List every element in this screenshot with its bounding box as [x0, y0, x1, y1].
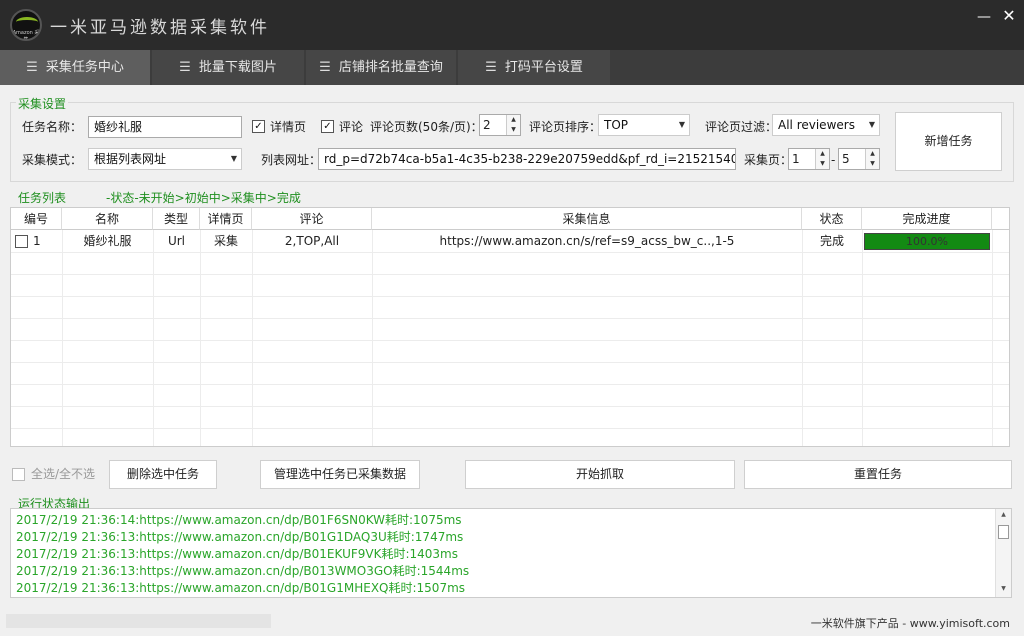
log-line: 2017/2/19 21:36:14:https://www.amazon.cn… [16, 513, 462, 527]
review-filter-select[interactable]: All reviewers ▼ [772, 114, 880, 136]
tab-label: 打码平台设置 [504, 60, 583, 75]
detail-page-label: 详情页 [270, 120, 307, 134]
scroll-down-icon[interactable]: ▼ [998, 585, 1009, 595]
menu-icon: ☰ [485, 60, 497, 75]
scroll-thumb[interactable] [998, 525, 1009, 539]
stepper-down-icon[interactable]: ▼ [506, 125, 520, 135]
stepper-up-icon[interactable]: ▲ [815, 149, 829, 159]
title-bar: Amazon 采集 一米亚马逊数据采集软件 — ✕ [0, 0, 1024, 50]
tab-batch-download-images[interactable]: ☰ 批量下载图片 [152, 50, 304, 85]
task-name-input[interactable]: 婚纱礼服 [88, 116, 242, 138]
new-task-button[interactable]: 新增任务 [895, 112, 1002, 171]
menu-icon: ☰ [179, 60, 191, 75]
review-pages-label: 评论页数(50条/页)： [370, 120, 483, 134]
page-from-value: 1 [792, 152, 800, 166]
stepper-down-icon[interactable]: ▼ [815, 159, 829, 169]
row-type: Url [167, 234, 186, 248]
page-to-value: 5 [842, 152, 850, 166]
stepper-down-icon[interactable]: ▼ [865, 159, 879, 169]
column-header-detail[interactable]: 详情页 [200, 208, 252, 230]
row-name: 婚纱礼服 [83, 234, 132, 248]
select-all-label: 全选/全不选 [31, 467, 96, 481]
review-label: 评论 [339, 120, 364, 134]
task-name-label: 任务名称： [22, 120, 83, 134]
pages-label: 采集页： [744, 153, 793, 167]
mode-select[interactable]: 根据列表网址 ▼ [88, 148, 242, 170]
review-filter-value: All reviewers [778, 118, 855, 132]
task-list-label: 任务列表 [16, 189, 69, 206]
row-status: 完成 [819, 234, 844, 248]
page-range-separator: - [831, 153, 836, 167]
column-header-filler [992, 208, 1009, 230]
column-header-status[interactable]: 状态 [802, 208, 862, 230]
log-scrollbar[interactable]: ▲ ▼ [995, 509, 1011, 597]
menu-icon: ☰ [319, 60, 331, 75]
progress-text: 100.0% [906, 235, 948, 248]
log-line: 2017/2/19 21:36:13:https://www.amazon.cn… [16, 564, 470, 578]
review-sort-select[interactable]: TOP ▼ [598, 114, 690, 136]
log-line: 2017/2/19 21:36:13:https://www.amazon.cn… [16, 581, 466, 595]
tab-label: 批量下载图片 [198, 60, 277, 75]
tab-label: 店铺排名批量查询 [338, 60, 443, 75]
select-all-checkbox[interactable] [12, 468, 25, 481]
column-header-type[interactable]: 类型 [153, 208, 200, 230]
column-header-progress[interactable]: 完成进度 [862, 208, 992, 230]
column-header-info[interactable]: 采集信息 [372, 208, 802, 230]
review-sort-label: 评论页排序： [529, 120, 602, 134]
list-url-label: 列表网址： [261, 153, 322, 167]
page-from-stepper[interactable]: 1 ▲ ▼ [788, 148, 830, 170]
stepper-up-icon[interactable]: ▲ [865, 149, 879, 159]
list-url-input[interactable]: rd_p=d72b74ca-b5a1-4c35-b238-229e20759ed… [318, 148, 736, 170]
menu-icon: ☰ [26, 60, 38, 75]
task-table: 编号 名称 类型 详情页 评论 采集信息 状态 完成进度 1 婚纱礼服 Url … [10, 207, 1010, 447]
start-crawl-button[interactable]: 开始抓取 [465, 460, 735, 489]
review-checkbox[interactable]: ✓ [321, 120, 334, 133]
chevron-down-icon: ▼ [678, 120, 685, 129]
review-pages-stepper[interactable]: 2 ▲ ▼ [479, 114, 521, 136]
page-to-stepper[interactable]: 5 ▲ ▼ [838, 148, 880, 170]
tab-store-ranking[interactable]: ☰ 店铺排名批量查询 [306, 50, 456, 85]
row-detail: 采集 [213, 234, 238, 248]
row-progress-bar: 100.0% [864, 233, 990, 250]
row-review: 2,TOP,All [284, 234, 340, 248]
tab-task-center[interactable]: ☰ 采集任务中心 [0, 50, 150, 85]
column-header-id[interactable]: 编号 [11, 208, 62, 230]
mode-label: 采集模式： [22, 153, 83, 167]
row-checkbox[interactable] [15, 235, 28, 248]
reset-task-button[interactable]: 重置任务 [744, 460, 1012, 489]
footer-copyright: 一米软件旗下产品 - www.yimisoft.com [810, 617, 1010, 630]
column-header-review[interactable]: 评论 [252, 208, 372, 230]
logo-text: Amazon 采集 [12, 30, 40, 41]
log-line: 2017/2/19 21:36:13:https://www.amazon.cn… [16, 547, 458, 561]
column-header-name[interactable]: 名称 [62, 208, 153, 230]
tab-captcha-settings[interactable]: ☰ 打码平台设置 [458, 50, 610, 85]
mode-value: 根据列表网址 [94, 152, 167, 166]
review-filter-label: 评论页过滤： [705, 120, 778, 134]
stepper-up-icon[interactable]: ▲ [506, 115, 520, 125]
manage-data-button[interactable]: 管理选中任务已采集数据 [260, 460, 420, 489]
chevron-down-icon: ▼ [868, 120, 875, 129]
scroll-up-icon[interactable]: ▲ [998, 511, 1009, 521]
tab-bar: ☰ 采集任务中心 ☰ 批量下载图片 ☰ 店铺排名批量查询 ☰ 打码平台设置 [0, 50, 1024, 85]
row-id: 1 [33, 234, 41, 248]
status-hint: -状态-未开始>初始中>采集中>完成 [104, 189, 303, 206]
log-output[interactable]: 2017/2/19 21:36:14:https://www.amazon.cn… [10, 508, 1012, 598]
review-pages-value: 2 [483, 118, 491, 132]
row-info: https://www.amazon.cn/s/ref=s9_acss_bw_c… [439, 234, 735, 248]
log-line: 2017/2/19 21:36:13:https://www.amazon.cn… [16, 530, 464, 544]
tab-label: 采集任务中心 [45, 60, 124, 75]
app-title: 一米亚马逊数据采集软件 [50, 18, 270, 38]
status-progress-area [6, 614, 271, 628]
minimize-button[interactable]: — [977, 10, 991, 24]
chevron-down-icon: ▼ [230, 154, 237, 163]
settings-group-label: 采集设置 [16, 95, 69, 112]
delete-selected-button[interactable]: 删除选中任务 [109, 460, 217, 489]
app-logo: Amazon 采集 [10, 9, 42, 41]
close-button[interactable]: ✕ [1002, 8, 1016, 24]
status-bar: 一米软件旗下产品 - www.yimisoft.com [0, 607, 1024, 636]
detail-page-checkbox[interactable]: ✓ [252, 120, 265, 133]
review-sort-value: TOP [604, 118, 629, 132]
